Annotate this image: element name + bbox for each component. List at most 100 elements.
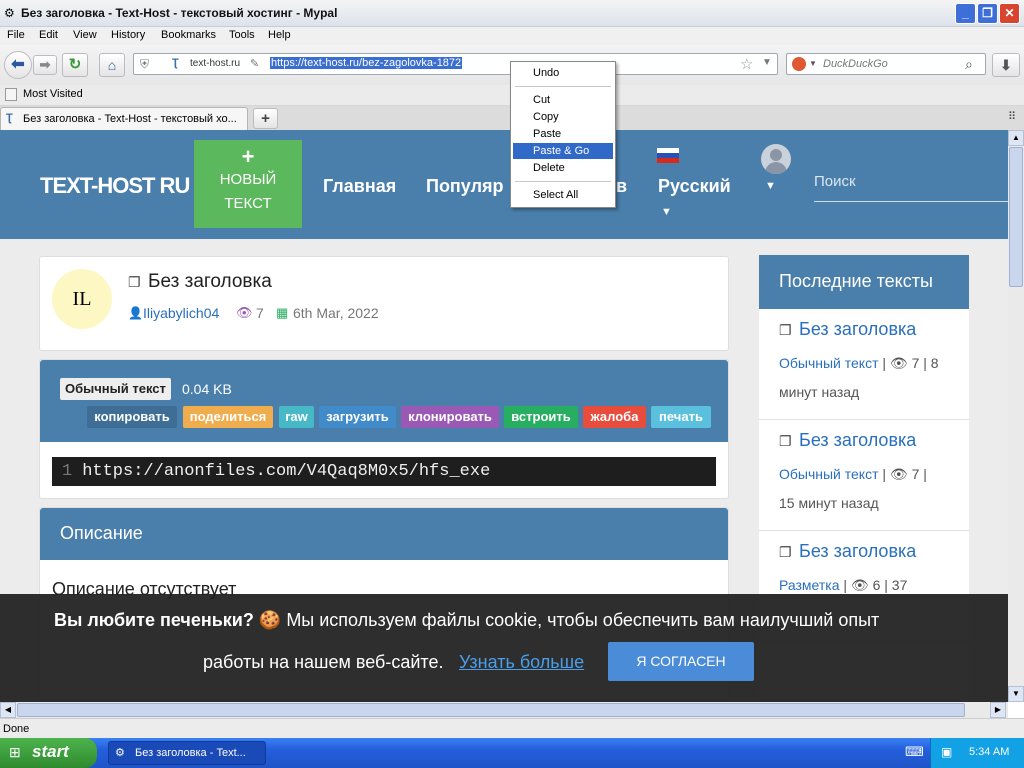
- menu-edit[interactable]: Edit: [39, 29, 58, 41]
- recent-item-stats: | 👁 6 | 37: [843, 577, 908, 593]
- tab-grid-icon[interactable]: ⠿: [1008, 110, 1016, 123]
- new-tab-button[interactable]: +: [253, 108, 278, 129]
- new-text-button[interactable]: + НОВЫЙ ТЕКСТ: [194, 140, 302, 228]
- accept-cookies-button[interactable]: Я СОГЛАСЕН: [608, 642, 754, 681]
- menu-item-cut[interactable]: Cut: [513, 92, 613, 108]
- scroll-left-icon[interactable]: ◀: [0, 702, 16, 718]
- site-logo[interactable]: TEXT-HOST RU: [40, 173, 190, 199]
- menu-bar: File Edit View History Bookmarks Tools H…: [0, 27, 1024, 45]
- recent-item-type[interactable]: Обычный текст: [779, 466, 879, 482]
- vertical-scrollbar[interactable]: ▲ ▼: [1008, 130, 1024, 702]
- site-favicon: Ʈ: [172, 57, 179, 69]
- bookmark-star-icon[interactable]: ☆: [740, 55, 753, 73]
- description-header: Описание: [40, 508, 728, 560]
- download-button[interactable]: ⬇: [992, 53, 1020, 77]
- menu-history[interactable]: History: [111, 29, 145, 41]
- recent-item-title[interactable]: Без заголовка: [799, 541, 916, 562]
- menu-file[interactable]: File: [7, 29, 25, 41]
- recent-item-type[interactable]: Разметка: [779, 577, 840, 593]
- start-button[interactable]: ⊞ start: [0, 738, 97, 768]
- report-button[interactable]: жалоба: [583, 406, 646, 428]
- horizontal-scrollbar[interactable]: ◀ ▶: [0, 702, 1008, 718]
- user-caret-icon[interactable]: ▼: [765, 180, 776, 192]
- window-title: Без заголовка - Text-Host - текстовый хо…: [21, 6, 338, 20]
- search-box[interactable]: ▼ DuckDuckGo ⌕: [786, 53, 986, 75]
- keyboard-icon[interactable]: ⌨: [905, 744, 924, 760]
- copy-doc-icon: ❐: [128, 274, 141, 290]
- scroll-down-icon[interactable]: ▼: [1008, 686, 1024, 702]
- scroll-up-icon[interactable]: ▲: [1008, 130, 1024, 146]
- vertical-scroll-thumb[interactable]: [1009, 147, 1023, 287]
- learn-more-link[interactable]: Узнать больше: [459, 652, 584, 673]
- menu-item-undo[interactable]: Undo: [513, 65, 613, 81]
- download-paste-button[interactable]: загрузить: [319, 406, 396, 428]
- paste-toolbar: Обычный текст 0.04 KB копировать поделит…: [40, 360, 728, 442]
- menu-tools[interactable]: Tools: [229, 29, 255, 41]
- active-tab[interactable]: Ʈ Без заголовка - Text-Host - текстовый …: [0, 107, 248, 130]
- menu-view[interactable]: View: [73, 29, 97, 41]
- recent-item-title[interactable]: Без заголовка: [799, 319, 916, 340]
- site-search-input[interactable]: Поиск: [814, 170, 1008, 202]
- horizontal-scroll-thumb[interactable]: [17, 703, 965, 717]
- url-dropdown-icon[interactable]: ▼: [762, 57, 772, 68]
- site-header: TEXT-HOST RU + НОВЫЙ ТЕКСТ Главная Попул…: [0, 130, 1008, 239]
- engine-dropdown-icon[interactable]: ▼: [809, 59, 817, 68]
- language-selector[interactable]: Русский: [658, 176, 731, 197]
- embed-button[interactable]: встроить: [504, 406, 578, 428]
- app-icon: ⚙: [4, 6, 15, 20]
- recent-item-type[interactable]: Обычный текст: [779, 355, 879, 371]
- recent-item[interactable]: ❐ Без заголовка Обычный текст | 👁 7 | 15…: [759, 420, 969, 531]
- nav-hidden-link[interactable]: в: [616, 176, 627, 197]
- accept-cookies-label: Я СОГЛАСЕН: [636, 653, 726, 669]
- duckduckgo-icon: [792, 57, 806, 71]
- menu-item-paste[interactable]: Paste: [513, 126, 613, 142]
- forward-button[interactable]: ➡: [33, 55, 57, 75]
- menu-help[interactable]: Help: [268, 29, 291, 41]
- search-icon[interactable]: ⌕: [965, 56, 973, 73]
- status-bar: Done: [0, 718, 1024, 738]
- logo-text: TEXT-HOST RU: [40, 173, 190, 198]
- print-button[interactable]: печать: [651, 406, 711, 428]
- close-button[interactable]: ✕: [999, 3, 1020, 24]
- code-block[interactable]: 1 https://anonfiles.com/V4Qaq8M0x5/hfs_ex…: [52, 457, 716, 486]
- url-bar[interactable]: ⛨ Ʈ text-host.ru ✎ https://text-host.ru/…: [133, 53, 778, 75]
- recent-item-stats: | 👁 7 | 8: [882, 355, 939, 371]
- recent-item-time: 15 минут назад: [779, 495, 879, 511]
- most-visited-bookmark[interactable]: Most Visited: [23, 88, 83, 100]
- user-avatar-icon[interactable]: [761, 144, 791, 174]
- menu-item-select-all[interactable]: Select All: [513, 187, 613, 203]
- cookie-question: Вы любите печеньки?: [54, 610, 254, 630]
- copy-button[interactable]: копировать: [87, 406, 177, 428]
- share-button[interactable]: поделиться: [183, 406, 273, 428]
- paste-author[interactable]: Iliyabylich04: [143, 305, 219, 321]
- doc-icon: ❐: [779, 322, 792, 338]
- scroll-right-icon[interactable]: ▶: [990, 702, 1006, 718]
- recent-item[interactable]: ❐ Без заголовка Обычный текст | 👁 7 | 8 …: [759, 309, 969, 420]
- clone-button[interactable]: клонировать: [401, 406, 499, 428]
- menu-item-copy[interactable]: Copy: [513, 109, 613, 125]
- menu-item-paste-and-go[interactable]: Paste & Go: [513, 143, 613, 159]
- menu-item-delete[interactable]: Delete: [513, 160, 613, 176]
- home-button[interactable]: ⌂: [99, 53, 125, 77]
- maximize-button[interactable]: ❐: [977, 3, 998, 24]
- code-line: https://anonfiles.com/V4Qaq8M0x5/hfs_exe: [82, 462, 491, 481]
- clock: 5:34 AM: [969, 746, 1010, 758]
- paste-content-card: Обычный текст 0.04 KB копировать поделит…: [39, 359, 729, 499]
- tray-network-icon[interactable]: ▣: [941, 745, 952, 759]
- russian-flag-icon: [657, 148, 679, 163]
- plus-icon: +: [241, 144, 255, 169]
- language-caret-icon: ▼: [661, 206, 672, 218]
- back-button[interactable]: ⬅: [4, 51, 32, 79]
- nav-popular[interactable]: Популяр: [426, 176, 504, 197]
- nav-home[interactable]: Главная: [323, 176, 396, 197]
- menu-bookmarks[interactable]: Bookmarks: [161, 29, 216, 41]
- new-text-line1: НОВЫЙ: [219, 171, 277, 188]
- minimize-button[interactable]: _: [955, 3, 976, 24]
- recent-item-title[interactable]: Без заголовка: [799, 430, 916, 451]
- windows-logo-icon: ⊞: [9, 744, 21, 760]
- raw-button[interactable]: raw: [279, 406, 314, 428]
- reload-button[interactable]: ↻: [62, 53, 88, 77]
- url-text[interactable]: https://text-host.ru/bez-zagolovka-1872: [270, 57, 463, 69]
- site-identity[interactable]: text-host.ru: [190, 58, 240, 69]
- taskbar-window-button[interactable]: ⚙ Без заголовка - Text...: [108, 741, 266, 765]
